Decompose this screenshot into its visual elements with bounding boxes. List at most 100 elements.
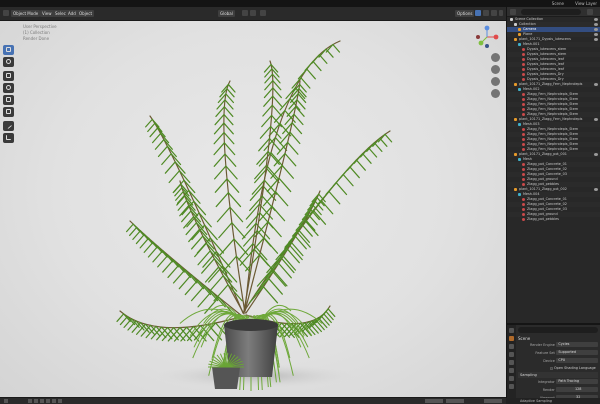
device-row: Device CPU — [518, 358, 598, 365]
editor-type-icon[interactable] — [3, 10, 9, 16]
3d-viewport[interactable]: User Perspective (1) Collection Render D… — [0, 21, 506, 397]
move-tool-icon[interactable] — [3, 71, 14, 81]
tool-tab-icon[interactable] — [509, 328, 514, 333]
world-tab-icon[interactable] — [509, 368, 514, 373]
scale-tool-icon[interactable] — [3, 95, 14, 105]
mesh-icon — [518, 192, 521, 196]
options-dropdown[interactable]: Options — [455, 10, 475, 17]
visibility-eye-icon[interactable] — [594, 38, 598, 41]
sampling-section-header[interactable]: Sampling — [518, 372, 598, 378]
frame-end-field[interactable] — [446, 399, 464, 403]
outliner-row-label: Zlagg_pot_Concrete_03 — [527, 172, 567, 176]
snap-icon[interactable] — [250, 10, 256, 16]
integrator-label: Integrator — [537, 380, 555, 384]
shading-material-icon[interactable] — [491, 10, 497, 16]
timeline-menu-icon[interactable] — [4, 399, 8, 403]
play-icon[interactable] — [46, 399, 50, 403]
properties-tabs — [507, 325, 516, 404]
outliner-row-label: Plane — [523, 32, 533, 36]
zoom-icon[interactable] — [491, 53, 500, 62]
modifier-tab-icon[interactable] — [509, 384, 514, 389]
integrator-dropdown[interactable]: Path Tracing — [556, 379, 598, 384]
feature-set-dropdown[interactable]: Supported — [556, 350, 598, 355]
outliner-row-label: plant_10171_Zlagg_Fern_Nephrolepis — [519, 117, 583, 121]
menu-add[interactable]: Add — [66, 10, 78, 17]
render-samples-field[interactable]: 128 — [556, 387, 598, 392]
outliner-row-label: Mesh.001 — [523, 42, 540, 46]
mode-dropdown[interactable]: Object Mode — [11, 10, 41, 17]
view-layer-tab-icon[interactable] — [509, 352, 514, 357]
perspective-toggle-icon[interactable] — [491, 89, 500, 98]
visibility-eye-icon[interactable] — [594, 18, 598, 21]
output-tab-icon[interactable] — [509, 344, 514, 349]
proportional-edit-icon[interactable] — [260, 10, 266, 16]
jump-start-icon[interactable] — [28, 399, 32, 403]
rendered-plant-image — [116, 40, 393, 391]
visibility-eye-icon[interactable] — [594, 188, 598, 191]
pivot-icon[interactable] — [242, 10, 248, 16]
tool-shelf — [3, 45, 16, 145]
outliner-tree: Scene Collection Collection Camera Plane pla… — [507, 17, 600, 222]
next-keyframe-icon[interactable] — [52, 399, 56, 403]
measure-tool-icon[interactable] — [3, 133, 14, 143]
outliner-row-label: Dypsis_lutescens_stem — [527, 52, 567, 56]
adaptive-sampling-subpanel[interactable]: Adaptive Sampling — [506, 398, 600, 404]
render-tab-icon[interactable] — [509, 336, 514, 341]
checkbox-box[interactable] — [550, 366, 553, 370]
osl-checkbox[interactable]: Open Shading Language — [550, 365, 598, 371]
outliner-row-label: plant_10171_Dypsis_lutescens — [519, 37, 571, 41]
shading-options-icon[interactable] — [499, 10, 503, 16]
object-icon — [514, 82, 517, 86]
workspace-name[interactable]: Scene — [552, 1, 564, 6]
material-icon — [522, 67, 525, 71]
material-icon — [522, 52, 525, 56]
outliner-row[interactable]: Zlagg_pot_pebbles — [507, 217, 600, 222]
visibility-eye-icon[interactable] — [594, 118, 598, 121]
menu-object[interactable]: Object — [77, 10, 95, 17]
material-icon — [522, 127, 525, 131]
material-icon — [522, 212, 525, 216]
current-frame-field[interactable] — [484, 399, 502, 403]
properties-search-input[interactable] — [518, 327, 598, 333]
cursor-tool-icon[interactable] — [3, 57, 14, 67]
display-mode-icon[interactable] — [510, 9, 516, 15]
shading-rendered-icon[interactable] — [475, 10, 481, 16]
prev-keyframe-icon[interactable] — [34, 399, 38, 403]
outliner-row-label: Zlagg_Fern_Nephrolepis_Stem — [527, 97, 579, 101]
frame-start-field[interactable] — [425, 399, 443, 403]
pan-hand-icon[interactable] — [491, 65, 500, 74]
timeline-bar — [0, 397, 506, 404]
jump-end-icon[interactable] — [58, 399, 62, 403]
render-engine-label: Render Engine — [530, 343, 555, 347]
material-icon — [522, 132, 525, 136]
object-tab-icon[interactable] — [509, 376, 514, 381]
material-icon — [522, 202, 525, 206]
properties-body: Scene Render Engine Cycles Feature Set S… — [518, 325, 598, 404]
view-layer-name[interactable]: View Layer — [575, 1, 597, 6]
device-dropdown[interactable]: CPU — [556, 358, 598, 363]
outliner-row-label: Dypsis_lutescens_stem — [527, 47, 567, 51]
render-engine-dropdown[interactable]: Cycles — [556, 342, 598, 347]
material-icon — [522, 147, 525, 151]
shading-solid-icon[interactable] — [483, 10, 489, 16]
menu-view[interactable]: View — [40, 10, 54, 17]
visibility-eye-icon[interactable] — [594, 28, 598, 31]
select-box-tool-icon[interactable] — [3, 45, 14, 55]
visibility-eye-icon[interactable] — [594, 153, 598, 156]
filter-icon[interactable] — [587, 9, 593, 15]
visibility-eye-icon[interactable] — [594, 33, 598, 36]
rotate-tool-icon[interactable] — [3, 83, 14, 93]
visibility-eye-icon[interactable] — [594, 83, 598, 86]
visibility-eye-icon[interactable] — [594, 23, 598, 26]
collection-icon — [514, 22, 517, 26]
play-reverse-icon[interactable] — [40, 399, 44, 403]
navigation-gizmo[interactable] — [475, 25, 499, 49]
camera-view-icon[interactable] — [491, 77, 500, 86]
annotate-tool-icon[interactable] — [3, 121, 14, 131]
transform-orientation-dropdown[interactable]: Global — [218, 10, 235, 17]
transform-tool-icon[interactable] — [3, 107, 14, 117]
scene-tab-icon[interactable] — [509, 360, 514, 365]
outliner-panel: Scene Collection Collection Camera Plane pla… — [506, 7, 600, 323]
outliner-search-input[interactable] — [521, 9, 581, 15]
outliner-row-label: Mesh.004 — [523, 192, 540, 196]
